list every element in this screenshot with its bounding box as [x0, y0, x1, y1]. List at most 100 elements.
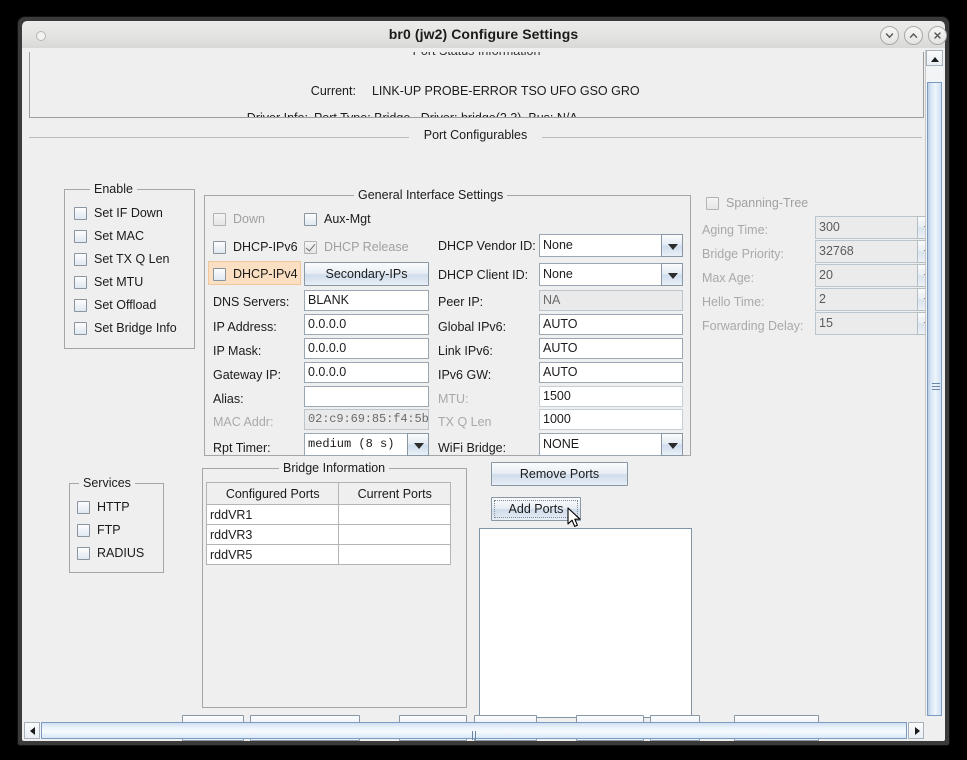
close-icon[interactable] [928, 26, 947, 45]
input-dns-servers[interactable]: BLANK [304, 290, 429, 311]
enable-group-legend: Enable [90, 181, 137, 197]
input-ip-address[interactable]: 0.0.0.0 [304, 314, 429, 335]
input-ip-mask[interactable]: 0.0.0.0 [304, 338, 429, 359]
checkbox-dhcp-ipv6[interactable]: DHCP-IPv6 [213, 237, 298, 257]
combo-value: 20 [815, 264, 917, 287]
checkbox-label: DHCP-IPv4 [233, 267, 298, 281]
services-group-legend: Services [79, 475, 135, 491]
label-peer-ip: Peer IP: [438, 295, 484, 309]
checkbox-box-icon[interactable] [74, 229, 87, 243]
input-peer-ip: NA [539, 290, 683, 311]
label-gateway-ip: Gateway IP: [213, 368, 282, 382]
bridge-ports-table[interactable]: Configured Ports Current Ports rddVR1 rd… [205, 482, 451, 565]
status-driver-label: Driver Info: [246, 111, 308, 118]
checkbox-label: Spanning-Tree [726, 196, 809, 210]
table-row[interactable]: rddVR3 [205, 524, 451, 545]
title-bar[interactable]: br0 (jw2) Configure Settings [22, 21, 947, 49]
label-alias: Alias: [213, 392, 244, 406]
checkbox-box-icon[interactable] [74, 206, 87, 220]
table-row[interactable]: rddVR1 [205, 504, 451, 525]
checkbox-box-icon[interactable] [74, 321, 87, 335]
label-ipv6-gw: IPv6 GW: [438, 368, 492, 382]
checkbox-set-mac[interactable]: Set MAC [74, 226, 144, 246]
checkbox-dhcp-ipv4[interactable]: DHCP-IPv4 [213, 264, 298, 284]
enable-group: Enable Set IF Down Set MAC Set TX Q Len … [64, 181, 195, 349]
horizontal-scroll-thumb[interactable] [41, 722, 907, 740]
cell-current-port[interactable] [338, 504, 451, 525]
checkbox-box-icon[interactable] [74, 298, 87, 312]
table-row[interactable]: rddVR5 [205, 544, 451, 565]
checkbox-box-icon[interactable] [213, 267, 226, 281]
status-driver-row: Driver Info: Port Type: Bridge Driver: br… [219, 97, 578, 118]
combo-max-age: 20 [815, 264, 939, 287]
window-client-area: Port Status Information Current: LINK-UP … [22, 48, 945, 741]
input-ipv6-gw[interactable]: AUTO [539, 362, 683, 383]
combo-rpt-timer[interactable]: medium (8 s) [304, 433, 429, 456]
checkbox-set-mtu[interactable]: Set MTU [74, 272, 143, 292]
combo-value: medium (8 s) [304, 433, 407, 456]
checkbox-http[interactable]: HTTP [77, 497, 130, 517]
checkbox-box-icon [706, 196, 719, 210]
cell-configured-port[interactable]: rddVR1 [205, 504, 340, 525]
port-status-information-panel: Port Status Information Current: LINK-UP … [29, 52, 924, 118]
chevron-down-icon[interactable] [407, 433, 429, 456]
label-mtu: MTU: [438, 392, 469, 406]
checkbox-box-icon[interactable] [77, 523, 90, 537]
input-gateway-ip[interactable]: 0.0.0.0 [304, 362, 429, 383]
horizontal-scrollbar[interactable] [24, 722, 924, 740]
checkbox-set-if-down[interactable]: Set IF Down [74, 203, 163, 223]
bridge-group-legend: Bridge Information [279, 460, 390, 476]
column-header-configured-ports[interactable]: Configured Ports [205, 482, 340, 505]
checkbox-down: Down [213, 209, 265, 229]
combo-bridge-priority: 32768 [815, 240, 939, 263]
checkbox-set-offload[interactable]: Set Offload [74, 295, 156, 315]
cell-current-port[interactable] [338, 524, 451, 545]
combo-dhcp-client-id[interactable]: None [539, 263, 683, 286]
checkbox-label: Down [233, 212, 265, 226]
secondary-ips-button[interactable]: Secondary-IPs [304, 262, 429, 286]
cell-current-port[interactable] [338, 544, 451, 565]
input-mtu[interactable]: 1500 [539, 386, 683, 407]
vertical-scroll-track[interactable] [926, 66, 943, 716]
add-ports-button[interactable]: Add Ports [491, 497, 581, 521]
scroll-right-arrow-icon[interactable] [908, 722, 924, 739]
combo-wifi-bridge[interactable]: NONE [539, 433, 683, 456]
checkbox-label: Set MTU [94, 275, 144, 289]
vertical-scroll-thumb[interactable] [927, 82, 942, 716]
checkbox-box-icon[interactable] [213, 240, 226, 254]
checkbox-box-icon[interactable] [77, 500, 90, 514]
label-tx-q-len: TX Q Len [438, 415, 492, 429]
cell-configured-port[interactable]: rddVR3 [205, 524, 340, 545]
input-link-ipv6[interactable]: AUTO [539, 338, 683, 359]
scroll-thumb-grip-icon [472, 727, 480, 740]
cell-configured-port[interactable]: rddVR5 [205, 544, 340, 565]
maximize-icon[interactable] [904, 26, 923, 45]
checkbox-radius[interactable]: RADIUS [77, 543, 144, 563]
combo-dhcp-vendor-id[interactable]: None [539, 234, 683, 257]
vertical-scrollbar[interactable] [925, 50, 943, 716]
checkbox-aux-mgt[interactable]: Aux-Mgt [304, 209, 371, 229]
checkbox-box-icon[interactable] [74, 275, 87, 289]
minimize-icon[interactable] [880, 26, 899, 45]
port-status-legend: Port Status Information [30, 52, 923, 58]
chevron-down-icon[interactable] [661, 263, 683, 286]
input-tx-q-len[interactable]: 1000 [539, 409, 683, 430]
checkbox-ftp[interactable]: FTP [77, 520, 121, 540]
label-ip-address: IP Address: [213, 320, 277, 334]
combo-value: 2 [815, 288, 917, 311]
combo-hello-time: 2 [815, 288, 939, 311]
input-alias[interactable] [304, 386, 429, 407]
chevron-down-icon[interactable] [661, 234, 683, 257]
column-header-current-ports[interactable]: Current Ports [338, 482, 451, 505]
input-global-ipv6[interactable]: AUTO [539, 314, 683, 335]
checkbox-set-bridge-info[interactable]: Set Bridge Info [74, 318, 177, 338]
chevron-down-icon[interactable] [661, 433, 683, 456]
checkbox-box-icon[interactable] [77, 546, 90, 560]
scroll-left-arrow-icon[interactable] [24, 722, 40, 739]
checkbox-box-icon[interactable] [74, 252, 87, 266]
available-ports-list[interactable] [479, 528, 692, 718]
scroll-up-arrow-icon[interactable] [926, 50, 943, 66]
remove-ports-button[interactable]: Remove Ports [491, 462, 628, 486]
checkbox-box-icon[interactable] [304, 212, 317, 226]
checkbox-set-tx-q-len[interactable]: Set TX Q Len [74, 249, 170, 269]
